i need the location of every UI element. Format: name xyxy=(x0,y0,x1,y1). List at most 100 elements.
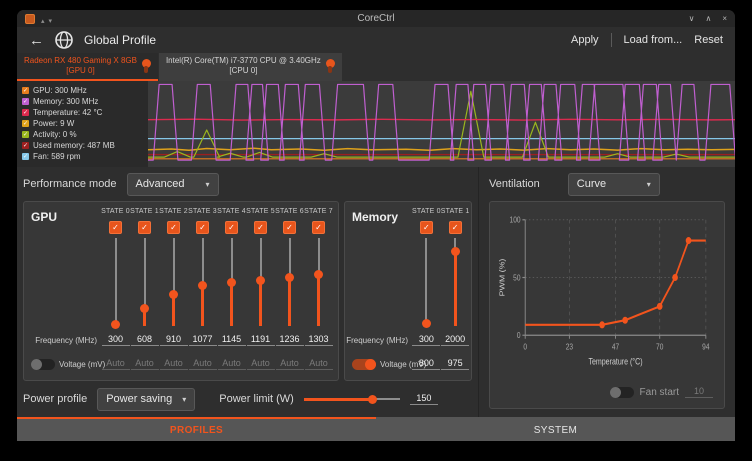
state-frequency-slider[interactable] xyxy=(197,238,209,326)
slider-handle[interactable] xyxy=(314,270,323,279)
gpu-state-4: STATE 4 ✓ 1145 Auto xyxy=(217,208,246,376)
state-frequency-value[interactable]: 608 xyxy=(131,334,159,346)
gpu-voltage-toggle[interactable] xyxy=(31,359,55,370)
state-voltage-value[interactable]: Auto xyxy=(160,358,188,370)
slider-handle[interactable] xyxy=(285,273,294,282)
state-checkbox[interactable]: ✓ xyxy=(254,221,267,234)
state-checkbox[interactable]: ✓ xyxy=(449,221,462,234)
state-frequency-slider[interactable] xyxy=(449,238,461,326)
state-checkbox[interactable]: ✓ xyxy=(312,221,325,234)
sensors-strip: ✓GPU: 300 MHz✓Memory: 300 MHz✓Temperatur… xyxy=(17,81,735,167)
state-frequency-slider[interactable] xyxy=(226,238,238,326)
state-frequency-value[interactable]: 300 xyxy=(412,334,440,346)
slider-handle[interactable] xyxy=(169,290,178,299)
legend-checkbox[interactable]: ✓ xyxy=(22,142,29,149)
slider-handle[interactable] xyxy=(227,278,236,287)
fan-start-value[interactable]: 10 xyxy=(685,386,713,398)
slider-handle[interactable] xyxy=(368,395,377,404)
power-limit-value[interactable]: 150 xyxy=(410,393,438,405)
legend-checkbox[interactable]: ✓ xyxy=(22,153,29,160)
gpu-state-1: STATE 1✓608Auto xyxy=(130,208,159,376)
memory-voltage-toggle[interactable] xyxy=(352,359,376,370)
performance-mode-row: Performance mode Advanced ▾ xyxy=(23,167,472,201)
state-checkbox[interactable]: ✓ xyxy=(196,221,209,234)
device-tab-line1: Intel(R) Core(TM) i7-3770 CPU @ 3.40GHz xyxy=(166,56,321,66)
state-voltage-value[interactable]: Auto xyxy=(218,358,246,370)
state-checkbox[interactable]: ✓ xyxy=(167,221,180,234)
svg-text:23: 23 xyxy=(566,342,573,352)
state-voltage-value[interactable]: Auto xyxy=(247,358,275,370)
state-frequency-value[interactable]: 300 xyxy=(102,334,130,346)
state-checkbox[interactable]: ✓ xyxy=(283,221,296,234)
state-voltage-value[interactable]: Auto xyxy=(305,358,333,370)
maximize-icon[interactable]: ∧ xyxy=(705,15,711,23)
state-frequency-value[interactable]: 2000 xyxy=(441,334,469,346)
power-profile-dropdown[interactable]: Power saving ▾ xyxy=(97,388,195,411)
state-voltage-value[interactable]: 800 xyxy=(412,358,440,370)
state-frequency-slider[interactable] xyxy=(284,238,296,326)
state-frequency-slider[interactable] xyxy=(255,238,267,326)
state-voltage-value[interactable]: Auto xyxy=(102,358,130,370)
load-from-button[interactable]: Load from... xyxy=(624,34,683,46)
svg-text:50: 50 xyxy=(513,273,520,283)
state-frequency-slider[interactable] xyxy=(110,238,122,326)
titlebar[interactable]: ▴▾ CoreCtrl ∨∧× xyxy=(17,10,735,27)
state-frequency-value[interactable]: 1077 xyxy=(189,334,217,346)
close-icon[interactable]: × xyxy=(722,15,727,23)
state-frequency-slider[interactable] xyxy=(420,238,432,326)
state-voltage-value[interactable]: Auto xyxy=(189,358,217,370)
state-voltage-value[interactable]: Auto xyxy=(131,358,159,370)
gpu-state-2: STATE 2✓910Auto xyxy=(159,208,188,376)
performance-mode-dropdown[interactable]: Advanced ▾ xyxy=(127,173,219,196)
legend-checkbox[interactable]: ✓ xyxy=(22,109,29,116)
frequency-label: Frequency (MHz) xyxy=(31,328,101,352)
legend-item: ✓Temperature: 42 °C xyxy=(22,107,146,118)
state-checkbox[interactable]: ✓ xyxy=(138,221,151,234)
state-checkbox[interactable]: ✓ xyxy=(225,221,238,234)
slider-handle[interactable] xyxy=(451,247,460,256)
tab-profiles[interactable]: PROFILES xyxy=(17,417,376,441)
device-tab-gpu[interactable]: Radeon RX 480 Gaming X 8GB[GPU 0] xyxy=(17,53,158,81)
tab-system[interactable]: SYSTEM xyxy=(376,417,735,441)
chevron-down-icon: ▾ xyxy=(647,180,651,189)
legend-checkbox[interactable]: ✓ xyxy=(22,98,29,105)
reset-button[interactable]: Reset xyxy=(694,34,723,46)
ventilation-mode-dropdown[interactable]: Curve ▾ xyxy=(568,173,660,196)
power-limit-slider[interactable] xyxy=(304,393,400,405)
svg-text:47: 47 xyxy=(612,342,619,352)
state-voltage-value[interactable]: 975 xyxy=(441,358,469,370)
legend-checkbox[interactable]: ✓ xyxy=(22,87,29,94)
state-frequency-value[interactable]: 1145 xyxy=(218,334,246,346)
state-frequency-slider[interactable] xyxy=(168,238,180,326)
keep-above-icon: ▴ xyxy=(41,18,45,25)
state-label: STATE 0 xyxy=(101,208,130,219)
slider-handle[interactable] xyxy=(256,276,265,285)
state-label: STATE 4 xyxy=(217,208,246,219)
minimize-icon[interactable]: ∨ xyxy=(689,15,695,23)
state-frequency-value[interactable]: 1303 xyxy=(305,334,333,346)
legend-checkbox[interactable]: ✓ xyxy=(22,131,29,138)
slider-handle[interactable] xyxy=(198,281,207,290)
legend-checkbox[interactable]: ✓ xyxy=(22,120,29,127)
apply-button[interactable]: Apply xyxy=(571,34,599,46)
svg-text:Temperature (°C): Temperature (°C) xyxy=(588,357,642,367)
slider-handle[interactable] xyxy=(111,320,120,329)
slider-handle[interactable] xyxy=(422,319,431,328)
state-frequency-slider[interactable] xyxy=(313,238,325,326)
device-tab-cpu[interactable]: Intel(R) Core(TM) i7-3770 CPU @ 3.40GHz[… xyxy=(159,53,342,81)
gpu-states: STATE 0✓300AutoSTATE 1✓608AutoSTATE 2✓91… xyxy=(101,208,333,376)
slider-handle[interactable] xyxy=(140,304,149,313)
gpu-panel-title: GPU xyxy=(31,208,101,224)
state-frequency-slider[interactable] xyxy=(139,238,151,326)
state-frequency-value[interactable]: 910 xyxy=(160,334,188,346)
fan-curve-chart[interactable]: 050100023477094Temperature (°C)PWM (%) xyxy=(497,208,719,380)
app-icon[interactable] xyxy=(25,14,35,24)
back-button[interactable]: ← xyxy=(29,33,44,48)
fan-start-toggle[interactable] xyxy=(610,387,634,398)
memory-panel: MemoryFrequency (MHz)Voltage (mV)STATE 0… xyxy=(344,201,472,381)
state-checkbox[interactable]: ✓ xyxy=(420,221,433,234)
state-voltage-value[interactable]: Auto xyxy=(276,358,304,370)
state-checkbox[interactable]: ✓ xyxy=(109,221,122,234)
state-frequency-value[interactable]: 1191 xyxy=(247,334,275,346)
state-frequency-value[interactable]: 1236 xyxy=(276,334,304,346)
